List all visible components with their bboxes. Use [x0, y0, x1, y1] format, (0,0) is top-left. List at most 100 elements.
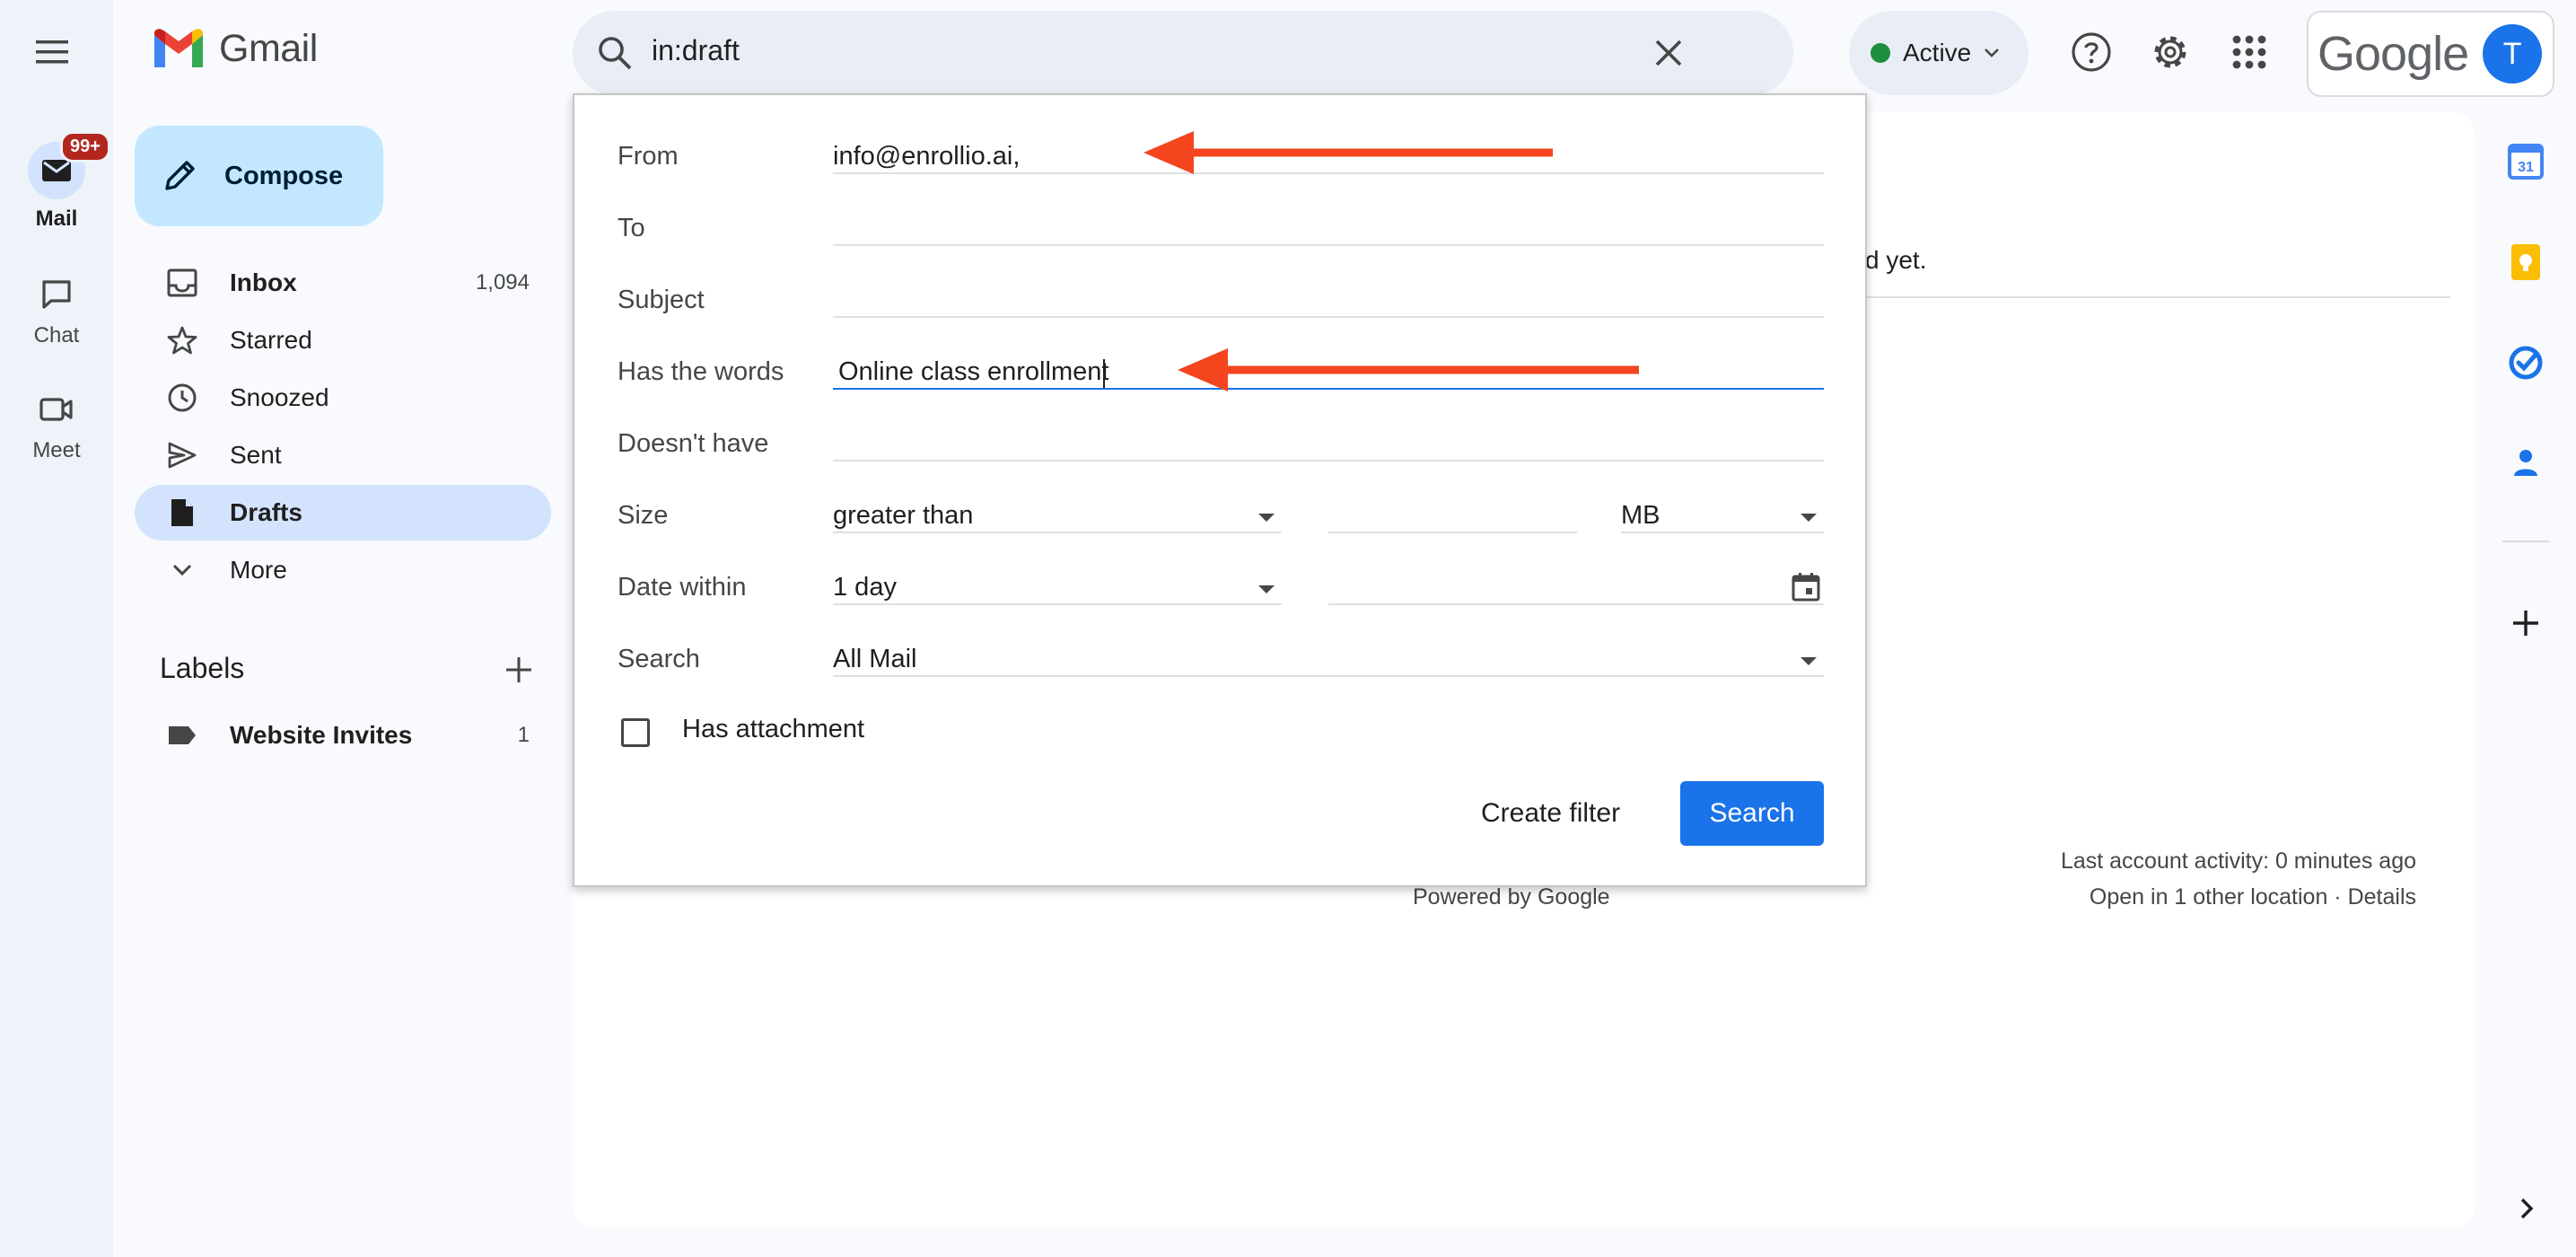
nav-item-more[interactable]: More	[135, 542, 551, 598]
powered-by-google: Powered by Google	[1413, 884, 1610, 910]
search-icon	[599, 37, 632, 70]
google-apps-button[interactable]	[2228, 31, 2271, 74]
status-selector[interactable]: Active	[1849, 11, 2028, 95]
search-button[interactable]	[596, 34, 634, 72]
side-panel-divider	[2502, 541, 2549, 542]
size-label: Size	[618, 501, 669, 530]
mail-icon	[42, 160, 71, 181]
plus-icon	[506, 657, 531, 682]
has-attachment-label: Has attachment	[682, 715, 865, 743]
draft-icon	[171, 499, 193, 526]
settings-button[interactable]	[2149, 31, 2192, 74]
size-operator-underline	[833, 532, 1282, 533]
contacts-app-button[interactable]	[2504, 442, 2547, 485]
gmail-m-icon	[154, 28, 203, 67]
gmail-logo[interactable]: Gmail	[151, 27, 318, 71]
get-addons-button[interactable]	[2504, 602, 2547, 645]
search-input[interactable]: in:draft	[652, 34, 740, 67]
calendar-icon[interactable]	[1790, 571, 1822, 603]
clock-icon	[168, 383, 197, 412]
nav-label-snoozed: Snoozed	[230, 383, 329, 411]
star-icon	[167, 326, 197, 355]
to-field[interactable]	[833, 214, 1824, 244]
compose-button[interactable]: Compose	[135, 126, 383, 226]
rail-label-chat: Chat	[33, 323, 80, 347]
other-location-details-link[interactable]: Open in 1 other location · Details	[2090, 884, 2416, 910]
doesnt-have-underline	[833, 460, 1824, 461]
nav-item-sent[interactable]: Sent	[135, 427, 551, 483]
date-field[interactable]	[1328, 567, 1824, 605]
create-filter-button[interactable]: Create filter	[1481, 781, 1620, 846]
to-label: To	[618, 214, 645, 242]
has-attachment-checkbox[interactable]	[621, 718, 650, 747]
caret-down-icon	[1801, 657, 1817, 665]
create-label-button[interactable]	[501, 652, 537, 688]
subject-underline	[833, 316, 1824, 318]
google-wordmark: Google	[2318, 27, 2469, 81]
subject-label: Subject	[618, 286, 705, 314]
date-within-underline	[833, 603, 1282, 605]
size-operator-value: greater than	[833, 501, 974, 530]
date-within-value: 1 day	[833, 573, 897, 602]
gear-icon	[2154, 36, 2186, 68]
chevron-down-icon	[172, 564, 192, 576]
show-side-panel-button[interactable]	[2504, 1187, 2547, 1230]
tasks-app-button[interactable]	[2504, 341, 2547, 384]
nav-item-snoozed[interactable]: Snoozed	[135, 370, 551, 426]
has-words-label: Has the words	[618, 357, 784, 386]
keep-app-button[interactable]	[2504, 241, 2547, 284]
calendar-app-button[interactable]: 31	[2504, 140, 2547, 183]
size-operator-select[interactable]: greater than	[833, 496, 1282, 533]
size-value-field[interactable]	[1328, 496, 1578, 533]
nav-item-drafts[interactable]: Drafts	[135, 485, 551, 541]
chevron-down-icon	[1985, 48, 2000, 57]
contacts-person-icon	[2514, 450, 2537, 476]
label-item-website-invites[interactable]: Website Invites 1	[135, 708, 551, 763]
size-unit-underline	[1621, 532, 1824, 533]
size-value-underline	[1328, 532, 1578, 533]
rail-item-chat[interactable]: Chat	[0, 266, 113, 348]
caret-down-icon	[1801, 514, 1817, 522]
nav-item-starred[interactable]: Starred	[135, 312, 551, 368]
from-field[interactable]: info@enrollio.ai,	[833, 142, 1020, 171]
subject-field[interactable]	[833, 286, 1824, 316]
nav-label-sent: Sent	[230, 441, 282, 469]
meet-pill	[28, 381, 85, 438]
tasks-check-icon	[2509, 346, 2543, 380]
svg-text:31: 31	[2518, 160, 2534, 175]
rail-label-meet: Meet	[32, 438, 81, 462]
inbox-icon	[167, 268, 197, 297]
date-within-label: Date within	[618, 573, 747, 602]
has-words-field[interactable]: Online class enrollment	[838, 357, 1108, 387]
list-divider	[1831, 296, 2450, 298]
size-unit-value: MB	[1621, 501, 1660, 530]
date-within-select[interactable]: 1 day	[833, 567, 1282, 605]
search-scope-value: All Mail	[833, 645, 917, 673]
chat-icon	[42, 280, 71, 309]
send-icon	[168, 442, 197, 469]
chevron-right-icon	[2520, 1198, 2534, 1219]
unread-badge: 99+	[60, 131, 110, 163]
nav-label-inbox: Inbox	[230, 268, 297, 296]
help-icon	[2072, 32, 2111, 72]
google-account-button[interactable]: Google T	[2307, 11, 2554, 97]
calendar-icon: 31	[2508, 144, 2544, 180]
labels-heading: Labels	[160, 652, 245, 684]
to-underline	[833, 244, 1824, 246]
search-submit-button[interactable]: Search	[1680, 781, 1824, 846]
mail-pill: 99+	[28, 131, 110, 199]
date-field-underline	[1328, 603, 1824, 605]
doesnt-have-label: Doesn't have	[618, 429, 769, 458]
search-scope-select[interactable]: All Mail	[833, 639, 1824, 677]
rail-item-meet[interactable]: Meet	[0, 381, 113, 463]
rail-item-mail[interactable]: 99+ Mail	[0, 131, 113, 232]
caret-down-icon	[1258, 514, 1275, 522]
size-unit-select[interactable]: MB	[1621, 496, 1824, 533]
support-button[interactable]	[2070, 31, 2113, 74]
main-menu-button[interactable]	[22, 22, 83, 83]
close-icon	[1655, 40, 1682, 66]
doesnt-have-field[interactable]	[833, 429, 1824, 460]
nav-item-inbox[interactable]: Inbox 1,094	[135, 255, 551, 311]
label-tag-icon	[169, 726, 196, 744]
clear-search-button[interactable]	[1650, 34, 1687, 72]
